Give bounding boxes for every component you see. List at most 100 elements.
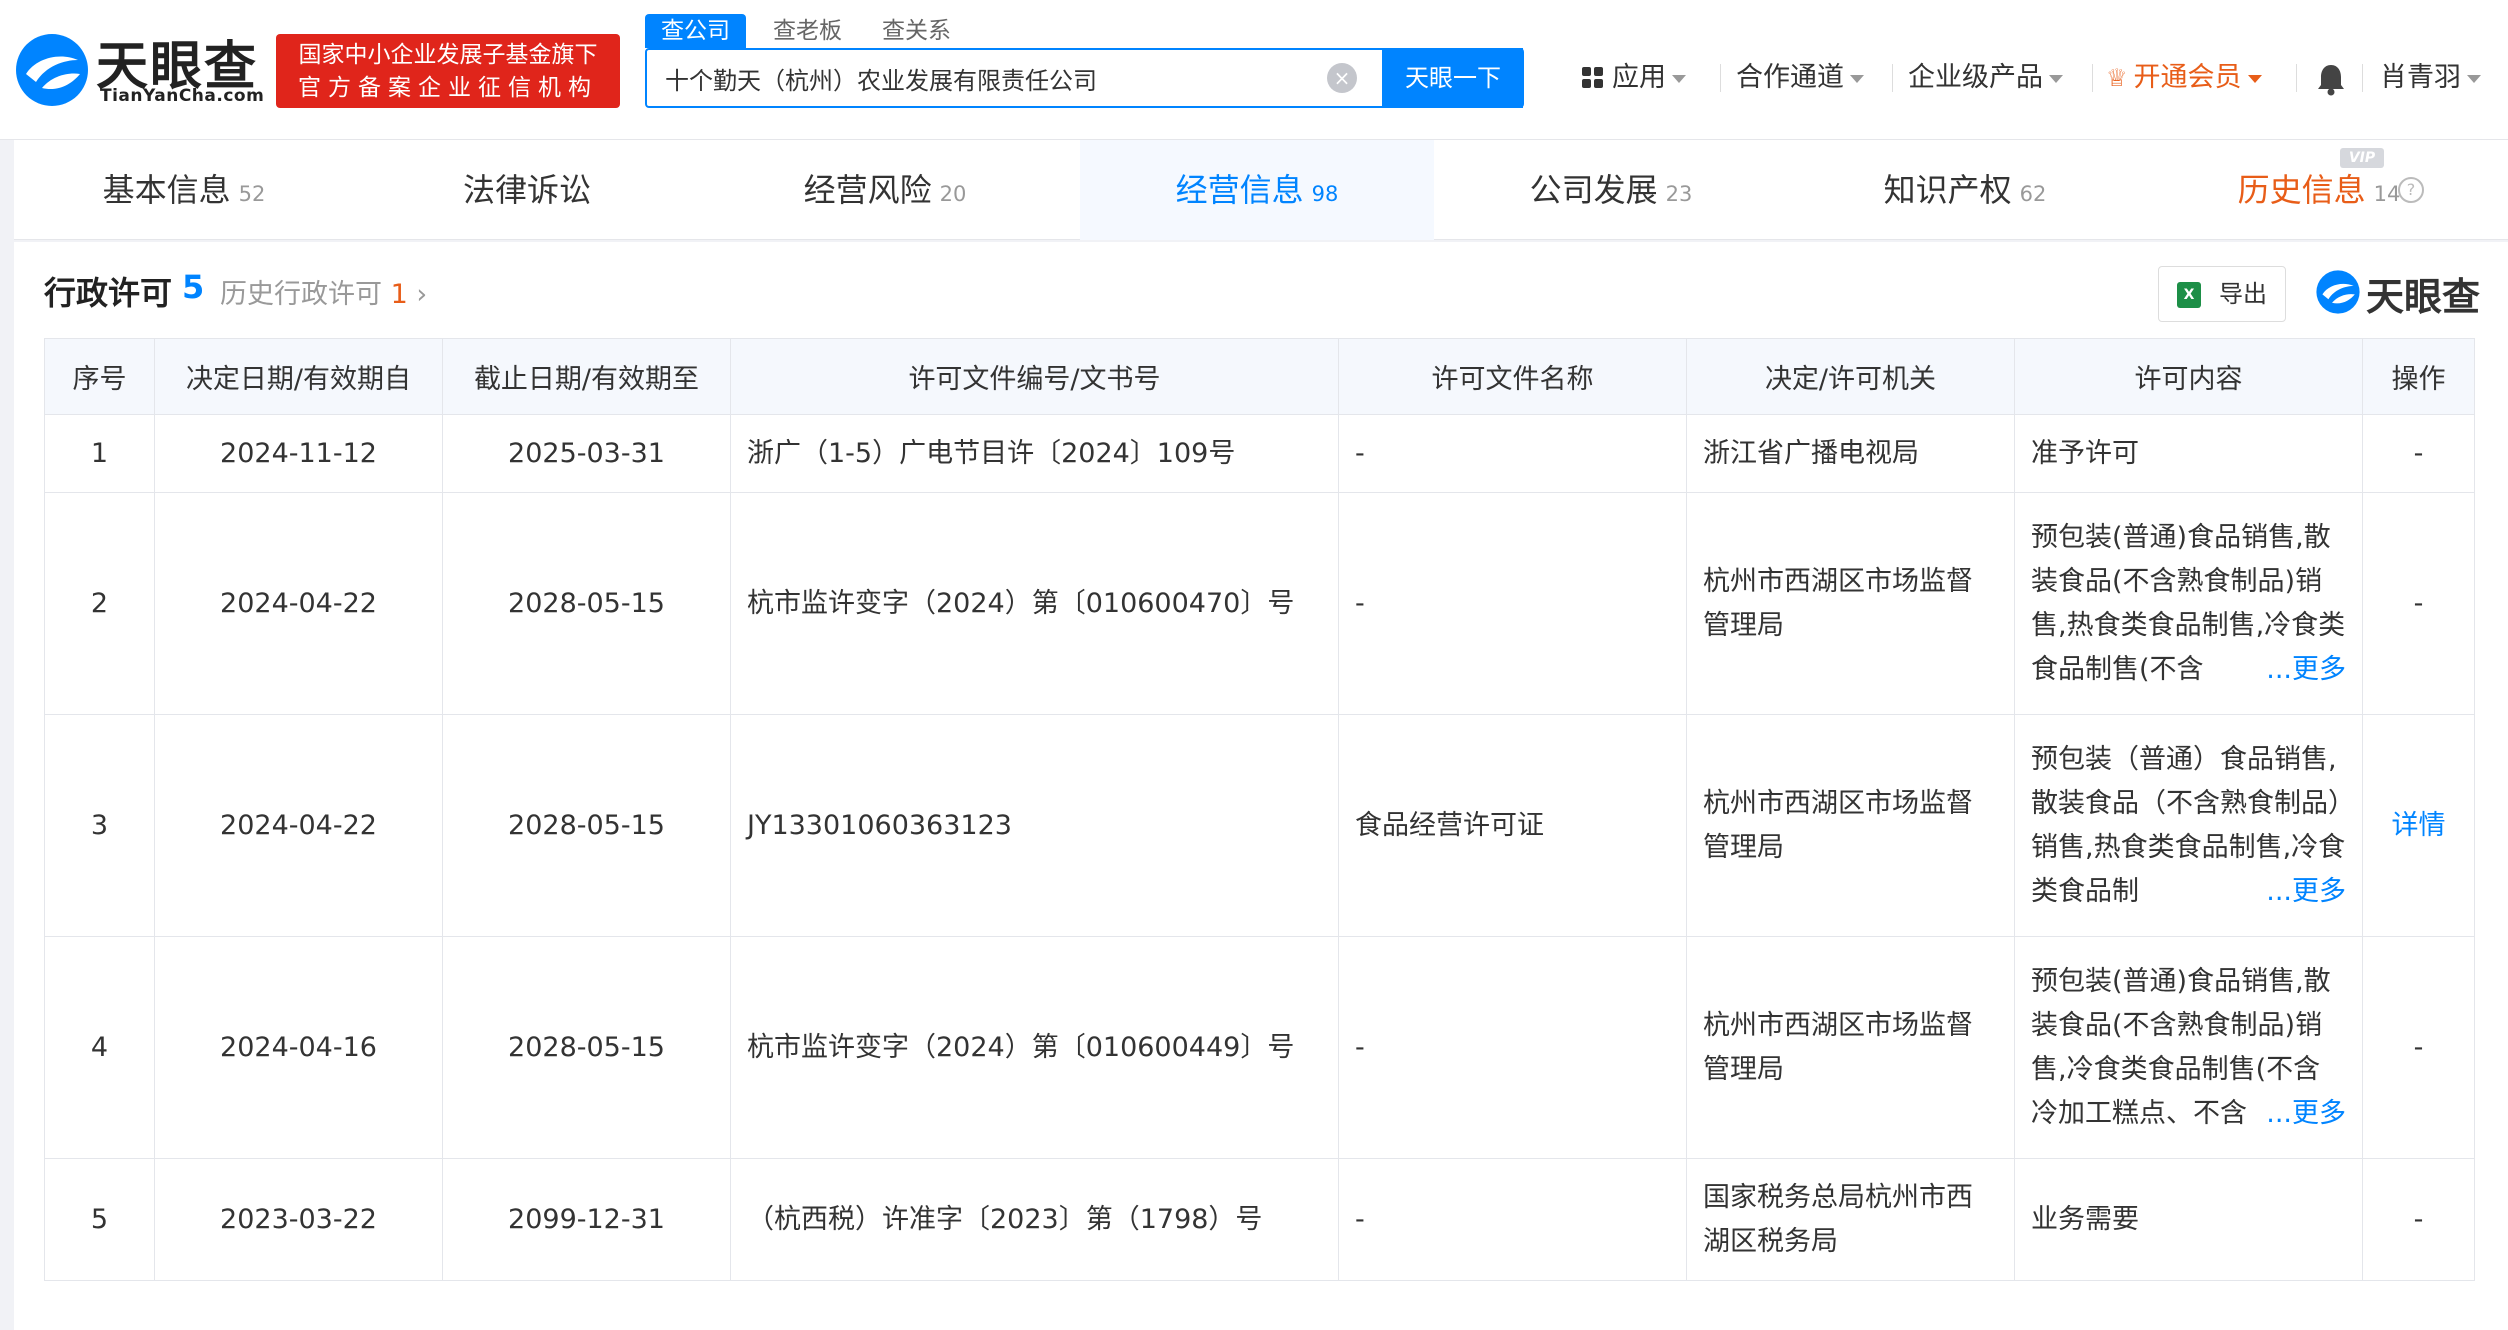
content-text-wrap: 预包装(普通)食品销售,散装食品(不含熟食制品)销售,冷食类食品制售(不含冷加工… — [2031, 960, 2346, 1136]
table-row: 1 2024-11-12 2025-03-31 浙广（1-5）广电节目许〔202… — [44, 414, 2475, 493]
cell-content: 业务需要 — [2014, 1158, 2363, 1281]
gov-badge: 国家中小企业发展子基金旗下 官方备案企业征信机构 — [276, 34, 620, 108]
cell-content: 预包装（普通）食品销售,散装食品（不含熟食制品）销售,热食类食品制售,冷食类食品… — [2014, 714, 2363, 937]
cell-no: 3 — [44, 714, 155, 937]
cell-doc-name: - — [1338, 414, 1687, 493]
search-tab-boss[interactable]: 查老板 — [773, 14, 842, 48]
cell-doc-no: JY13301060363123 — [730, 714, 1339, 937]
col-header-doc-name: 许可文件名称 — [1338, 338, 1687, 415]
cell-to: 2028-05-15 — [442, 492, 731, 715]
history-license-link[interactable]: 历史行政许可 1 › — [220, 272, 427, 311]
tab-count: 52 — [238, 182, 266, 206]
bell-icon[interactable] — [2316, 62, 2346, 96]
tab-operation-info[interactable]: 经营信息 98 — [1080, 140, 1434, 240]
watermark-logo: 天眼查 — [2314, 262, 2494, 322]
cell-to: 2028-05-15 — [442, 714, 731, 937]
cell-action: 详情 — [2362, 714, 2475, 937]
admin-license-panel: 行政许可 5 历史行政许可 1 › X 导出 天眼查 序号 决定日期/有效期自 … — [14, 242, 2508, 1330]
nav-apps-label: 应用 — [1612, 62, 1666, 93]
nav-divider — [2296, 64, 2297, 92]
tab-label: 基本信息 — [102, 171, 231, 209]
tab-label: 公司发展 — [1529, 171, 1658, 209]
logo-subtext: TianYanCha.com — [100, 86, 265, 106]
section-tabs: 基本信息 52 法律诉讼 经营风险 20 经营信息 98 公司发展 23 知识产权 62 … — [14, 140, 2508, 240]
chevron-down-icon — [2467, 74, 2481, 83]
cell-content: 预包装(普通)食品销售,散装食品(不含熟食制品)销售,冷食类食品制售(不含冷加工… — [2014, 936, 2363, 1159]
search-tab-relation[interactable]: 查关系 — [882, 14, 951, 48]
search-button[interactable]: 天眼一下 — [1382, 48, 1524, 108]
tab-risk[interactable]: 经营风险 20 — [708, 140, 1062, 240]
content-text-wrap: 预包装(普通)食品销售,散装食品(不含熟食制品)销售,热食类食品制售,冷食类食品… — [2031, 516, 2346, 692]
more-link[interactable]: ...更多 — [2266, 876, 2346, 907]
cell-no: 4 — [44, 936, 155, 1159]
tab-label: 法律诉讼 — [462, 171, 591, 209]
more-wrap: ...更多 — [2262, 869, 2346, 914]
nav-enterprise[interactable]: 企业级产品 — [1908, 58, 2063, 98]
more-wrap: ...更多 — [2262, 1091, 2346, 1136]
cell-action: - — [2362, 1158, 2475, 1281]
license-table: 序号 决定日期/有效期自 截止日期/有效期至 许可文件编号/文书号 许可文件名称… — [44, 338, 2475, 1281]
nav-vip-label: 开通会员 — [2133, 62, 2242, 93]
tab-basic-info[interactable]: 基本信息 52 — [14, 140, 354, 240]
tab-count: 62 — [2019, 182, 2047, 206]
search-input[interactable] — [665, 50, 1425, 106]
cell-no: 5 — [44, 1158, 155, 1281]
nav-divider — [2362, 64, 2363, 92]
site-logo[interactable]: 天眼查 TianYanCha.com — [12, 30, 265, 110]
content-text-wrap: 预包装（普通）食品销售,散装食品（不含熟食制品）销售,热食类食品制售,冷食类食品… — [2031, 738, 2346, 914]
tab-history[interactable]: 历史信息 14 — [2142, 140, 2496, 240]
chevron-down-icon — [1672, 74, 1686, 83]
cell-action: - — [2362, 936, 2475, 1159]
table-row: 5 2023-03-22 2099-12-31 （杭西税）许准字〔2023〕第（… — [44, 1158, 2475, 1281]
more-wrap: ...更多 — [2262, 647, 2346, 692]
tab-count: 98 — [1311, 182, 1339, 206]
col-header-to[interactable]: 截止日期/有效期至 — [442, 338, 731, 415]
cell-authority: 浙江省广播电视局 — [1686, 414, 2015, 493]
cell-doc-no: 浙广（1-5）广电节目许〔2024〕109号 — [730, 414, 1339, 493]
nav-vip[interactable]: ♕ 开通会员 — [2106, 58, 2262, 98]
section-title: 行政许可 — [44, 274, 173, 312]
chevron-down-icon — [2247, 74, 2262, 83]
export-label: 导出 — [2219, 280, 2267, 308]
excel-icon: X — [2177, 282, 2201, 308]
more-link[interactable]: ...更多 — [2266, 1098, 2346, 1129]
chevron-down-icon — [2049, 74, 2063, 83]
more-link[interactable]: ...更多 — [2266, 654, 2346, 685]
nav-user[interactable]: 肖青羽 — [2380, 58, 2481, 98]
tab-label: 经营信息 — [1175, 171, 1304, 209]
clear-icon[interactable]: × — [1327, 63, 1357, 93]
tab-label: 知识产权 — [1883, 171, 2012, 209]
tab-ip[interactable]: 知识产权 62 — [1788, 140, 2142, 240]
cell-doc-name: - — [1338, 492, 1687, 715]
detail-link[interactable]: 详情 — [2392, 810, 2446, 841]
cell-no: 1 — [44, 414, 155, 493]
cell-to: 2028-05-15 — [442, 936, 731, 1159]
nav-divider — [1892, 64, 1893, 92]
nav-divider — [1720, 64, 1721, 92]
nav-apps[interactable]: 应用 — [1582, 58, 1686, 98]
nav-enterprise-label: 企业级产品 — [1908, 62, 2043, 93]
cell-content: 预包装(普通)食品销售,散装食品(不含熟食制品)销售,热食类食品制售,冷食类食品… — [2014, 492, 2363, 715]
cell-from: 2024-04-16 — [154, 936, 443, 1159]
col-header-no: 序号 — [44, 338, 155, 415]
tab-count: 20 — [939, 182, 967, 206]
help-icon[interactable]: ? — [2398, 177, 2424, 203]
search-tab-company[interactable]: 查公司 — [645, 14, 746, 48]
cell-from: 2023-03-22 — [154, 1158, 443, 1281]
nav-cooperation[interactable]: 合作通道 — [1736, 58, 1864, 98]
cell-from: 2024-04-22 — [154, 714, 443, 937]
export-button[interactable]: X 导出 — [2158, 266, 2286, 322]
crown-icon: ♕ — [2106, 64, 2128, 92]
tab-label: 经营风险 — [803, 171, 932, 209]
cell-from: 2024-11-12 — [154, 414, 443, 493]
cell-doc-no: （杭西税）许准字〔2023〕第（1798）号 — [730, 1158, 1339, 1281]
gov-badge-line2: 官方备案企业征信机构 — [298, 75, 598, 101]
tab-legal[interactable]: 法律诉讼 — [354, 140, 708, 240]
chevron-down-icon — [1850, 74, 1864, 83]
tab-development[interactable]: 公司发展 23 — [1434, 140, 1788, 240]
table-row: 2 2024-04-22 2028-05-15 杭市监许变字（2024）第〔01… — [44, 492, 2475, 715]
cell-action: - — [2362, 414, 2475, 493]
tab-count: 14 — [2373, 182, 2401, 206]
col-header-from[interactable]: 决定日期/有效期自 — [154, 338, 443, 415]
nav-divider — [2092, 64, 2093, 92]
